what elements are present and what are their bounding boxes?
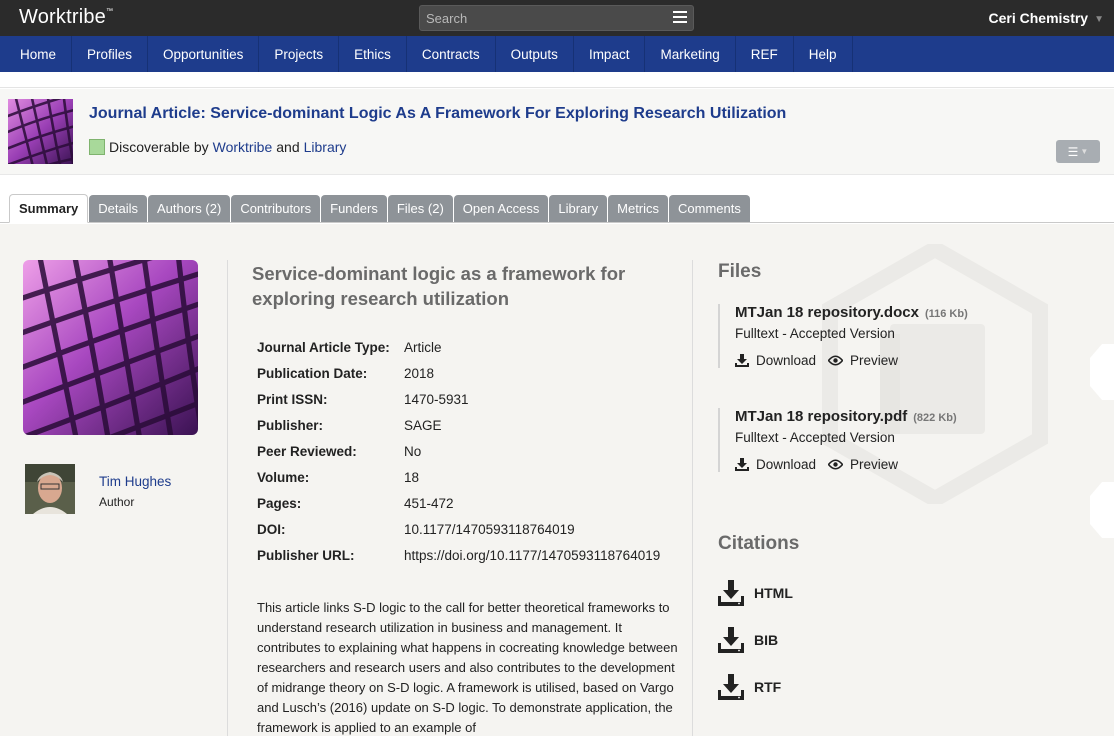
tab-authors[interactable]: Authors (2) (148, 195, 231, 222)
nav-item-help[interactable]: Help (794, 36, 853, 72)
metadata-row: DOI: 10.1177/1470593118764019 (257, 521, 575, 537)
nav-item-ethics[interactable]: Ethics (339, 36, 407, 72)
tab-metrics[interactable]: Metrics (608, 195, 669, 222)
metadata-row: Publication Date: 2018 (257, 365, 435, 381)
citation-rtf-button[interactable]: RTF (718, 674, 781, 700)
file-version: Fulltext - Accepted Version (735, 326, 895, 341)
preview-button[interactable]: Preview (828, 457, 898, 472)
article-title: Service-dominant logic as a framework fo… (252, 263, 626, 309)
metadata-row: Volume: 18 (257, 469, 420, 485)
download-icon (718, 674, 744, 700)
author-role: Author (99, 495, 135, 509)
author-avatar[interactable] (25, 464, 75, 514)
nav-item-profiles[interactable]: Profiles (72, 36, 149, 72)
metadata-row: Peer Reviewed: No (257, 443, 422, 459)
worktribe-link[interactable]: Worktribe (213, 139, 273, 155)
library-link[interactable]: Library (304, 139, 347, 155)
hamburger-menu-icon[interactable] (673, 11, 687, 25)
side-tab-shape (1090, 344, 1114, 400)
caret-down-icon: ▼ (1080, 147, 1089, 156)
author-name-link[interactable]: Tim Hughes (99, 474, 171, 489)
download-icon (735, 354, 749, 367)
tab-comments[interactable]: Comments (669, 195, 750, 222)
metadata-table: Journal Article Type: Article Publication… (257, 334, 660, 568)
file-item: MTJan 18 repository.pdf (822 Kb) Fulltext… (718, 408, 1018, 472)
nav-item-projects[interactable]: Projects (259, 36, 340, 72)
metadata-row: Journal Article Type: Article (257, 339, 442, 355)
file-name[interactable]: MTJan 18 repository.pdf (735, 408, 907, 425)
page-title: Journal Article: Service-dominant Logic … (89, 105, 787, 122)
nav-item-ref[interactable]: REF (736, 36, 794, 72)
file-size: (822 Kb) (913, 412, 957, 424)
nav-item-outputs[interactable]: Outputs (496, 36, 574, 72)
nav-item-contracts[interactable]: Contracts (407, 36, 496, 72)
main-nav: Home Profiles Opportunities Projects Eth… (0, 36, 1114, 72)
record-header: Journal Article: Service-dominant Logic … (0, 89, 1114, 175)
tab-files[interactable]: Files (2) (387, 195, 453, 222)
column-divider (692, 260, 693, 736)
download-button[interactable]: Download (735, 457, 816, 472)
eye-icon (828, 459, 844, 470)
metadata-row: Print ISSN: 1470-5931 (257, 391, 469, 407)
file-name[interactable]: MTJan 18 repository.docx (735, 304, 919, 321)
tab-library[interactable]: Library (549, 195, 608, 222)
search-box (419, 5, 694, 31)
download-icon (718, 580, 744, 606)
download-button[interactable]: Download (735, 353, 816, 368)
citations-heading: Citations (718, 533, 800, 554)
tab-funders[interactable]: Funders (321, 195, 387, 222)
preview-button[interactable]: Preview (828, 353, 898, 368)
worktribe-logo[interactable]: Worktribe™ (19, 6, 113, 29)
actions-menu-button[interactable]: ☰ ▼ (1056, 140, 1100, 163)
download-icon (735, 458, 749, 471)
nav-item-impact[interactable]: Impact (574, 36, 646, 72)
eye-icon (828, 355, 844, 366)
nav-spacer (0, 72, 1114, 88)
nav-item-opportunities[interactable]: Opportunities (148, 36, 260, 72)
citation-html-button[interactable]: HTML (718, 580, 793, 606)
record-tabs: Summary Details Authors (2) Contributors… (0, 175, 1114, 223)
list-icon: ☰ (1067, 144, 1079, 159)
summary-panel: Tim Hughes Author Service-dominant logic… (0, 224, 1114, 736)
discoverability-status: Discoverable by Worktribe and Library (89, 139, 350, 155)
file-version: Fulltext - Accepted Version (735, 430, 895, 445)
side-tab-shape (1090, 482, 1114, 538)
download-icon (718, 627, 744, 653)
user-menu[interactable]: Ceri Chemistry ▼ (989, 10, 1105, 26)
metadata-row: Publisher: SAGE (257, 417, 442, 433)
metadata-row: Pages: 451-472 (257, 495, 454, 511)
column-divider (227, 260, 228, 736)
article-thumbnail (8, 99, 73, 164)
top-bar: Worktribe™ Ceri Chemistry ▼ (0, 0, 1114, 36)
publisher-url-link[interactable]: https://doi.org/10.1177/1470593118764019 (404, 548, 660, 563)
tab-details[interactable]: Details (89, 195, 147, 222)
nav-item-home[interactable]: Home (0, 36, 73, 72)
metadata-row: Publisher URL: https://doi.org/10.1177/14… (257, 547, 661, 563)
search-input[interactable] (426, 9, 666, 27)
tab-open-access[interactable]: Open Access (453, 195, 549, 222)
files-heading: Files (718, 261, 762, 282)
file-size: (116 Kb) (924, 308, 968, 320)
tab-contributors[interactable]: Contributors (231, 195, 321, 222)
file-item: MTJan 18 repository.docx (116 Kb) Fulltex… (718, 304, 1018, 368)
article-cover-image (23, 260, 198, 435)
user-name: Ceri Chemistry (988, 10, 1089, 26)
citation-bib-button[interactable]: BIB (718, 627, 778, 653)
caret-down-icon: ▼ (1094, 13, 1104, 25)
abstract-text: This article links S-D logic to the call… (257, 600, 678, 735)
status-swatch (89, 139, 105, 155)
nav-item-marketing[interactable]: Marketing (645, 36, 736, 72)
tab-summary[interactable]: Summary (9, 194, 89, 223)
